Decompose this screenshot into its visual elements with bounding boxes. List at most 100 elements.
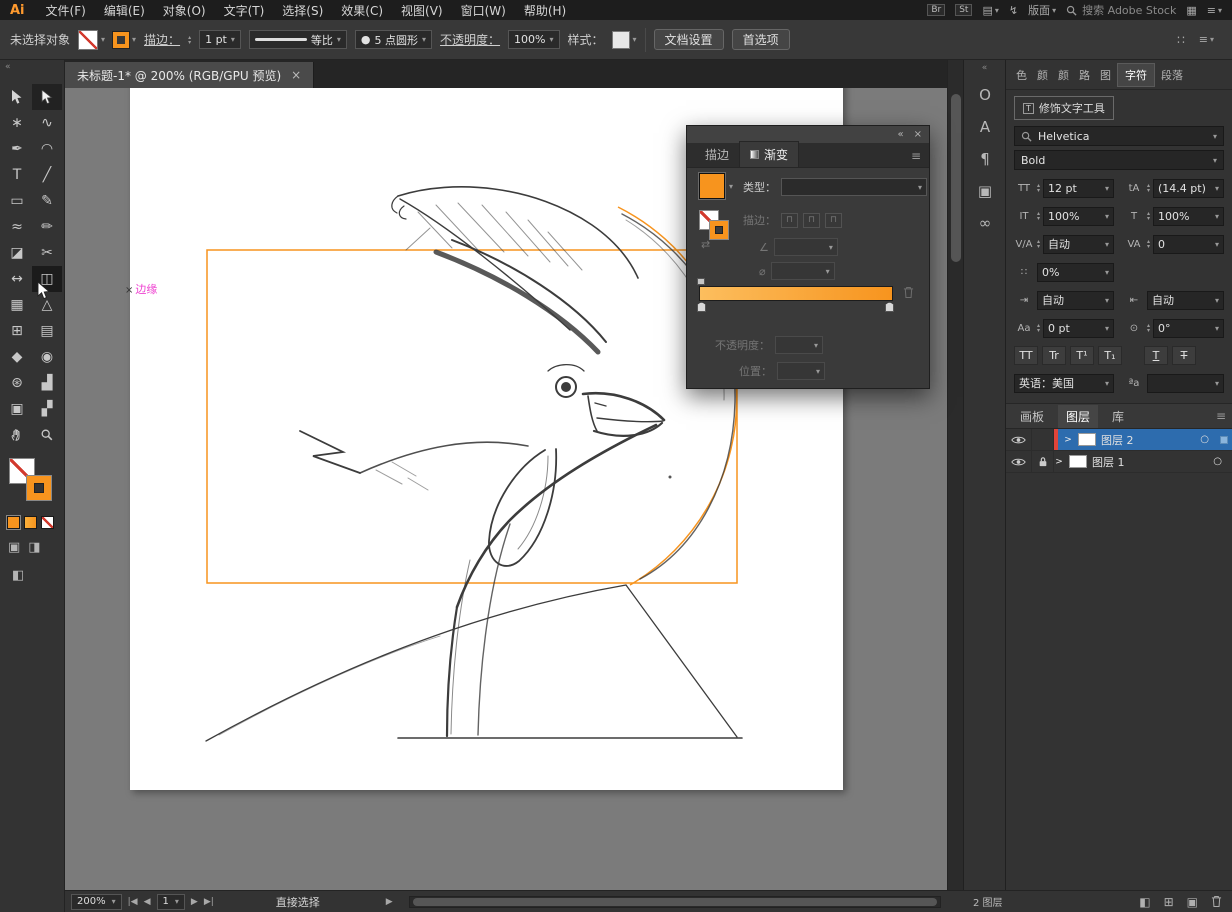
character-styles-panel-icon[interactable]: A (964, 111, 1006, 143)
tracking-field[interactable]: 0 ▾ (1153, 234, 1224, 254)
touch-type-tool-button[interactable]: T 修饰文字工具 (1014, 96, 1114, 120)
collapse-tools-icon[interactable]: « (5, 62, 11, 72)
perspective-grid-tool[interactable]: △ (32, 292, 62, 318)
expand-layer-icon[interactable]: > (1063, 435, 1073, 445)
font-size-stepper[interactable]: ▴ ▾ (1037, 183, 1040, 194)
gradient-swatch-chevron[interactable]: ▾ (729, 182, 733, 191)
reverse-gradient-icon[interactable]: ⇄ (701, 238, 710, 251)
underline-button[interactable]: T (1144, 346, 1168, 365)
expand-panels-icon[interactable]: « (964, 60, 1005, 79)
tab-color-guide[interactable]: 颜 (1033, 64, 1052, 86)
gradient-button[interactable] (24, 516, 37, 529)
gradient-menu-icon[interactable]: ≡ (903, 145, 929, 167)
app-menu-icon[interactable]: ≡ ▾ (1207, 4, 1222, 17)
arrange-documents-icon[interactable]: ▦ (1186, 4, 1196, 17)
baseline-shift-field[interactable]: 0 pt ▾ (1043, 318, 1114, 338)
last-artboard-icon[interactable]: ▶| (204, 897, 214, 907)
tab-gradient[interactable]: 渐变 (739, 141, 800, 167)
layer-name[interactable]: 图层 2 (1101, 432, 1195, 448)
gradient-swatch[interactable] (698, 172, 726, 200)
menu-type[interactable]: 文字(T) (215, 2, 274, 19)
menu-effect[interactable]: 效果(C) (332, 2, 392, 19)
stop-opacity-select[interactable]: ▾ (775, 336, 823, 354)
next-artboard-icon[interactable]: ▶ (191, 897, 198, 907)
control-menu-icon[interactable]: ≡ ▾ (1199, 33, 1214, 46)
make-mask-icon[interactable]: ◧ (1139, 895, 1150, 909)
vertical-scale-field[interactable]: 100% ▾ (1043, 206, 1114, 226)
target-circle-icon[interactable]: ○ (1200, 434, 1209, 445)
tab-stroke[interactable]: 描边 (695, 142, 739, 167)
lock-toggle[interactable] (1032, 429, 1054, 450)
type-tool[interactable]: T (2, 162, 32, 188)
tab-swatches[interactable]: 颜 (1054, 64, 1073, 86)
horizontal-scrollbar[interactable] (408, 895, 941, 908)
new-layer-icon[interactable]: ▣ (1187, 895, 1198, 909)
gpu-performance-icon[interactable]: ↯ (1009, 4, 1018, 17)
tab-libraries[interactable]: 库 (1104, 405, 1132, 428)
visibility-toggle[interactable] (1006, 429, 1032, 450)
collapse-panel-icon[interactable]: « (897, 129, 903, 140)
expand-layer-icon[interactable]: > (1054, 457, 1064, 467)
stroke-orange-swatch[interactable] (26, 475, 52, 501)
stroke-panel-link[interactable]: 描边： (144, 31, 180, 48)
gradient-stop-left[interactable] (697, 302, 706, 312)
tab-character[interactable]: 字符 (1117, 62, 1155, 87)
column-graph-tool[interactable]: ▟ (32, 370, 62, 396)
blend-tool[interactable]: ◉ (32, 344, 62, 370)
style-select[interactable]: ▾ (611, 30, 637, 49)
artboard-tool[interactable]: ▣ (2, 396, 32, 422)
symbol-sprayer-tool[interactable]: ⊛ (2, 370, 32, 396)
app-logo[interactable]: Ai (10, 3, 25, 18)
fill-swatch[interactable]: ▾ (78, 29, 105, 50)
document-setup-button[interactable]: 文档设置 (653, 29, 724, 50)
vscroll-thumb[interactable] (951, 94, 961, 262)
mesh-tool[interactable]: ⊞ (2, 318, 32, 344)
zoom-tool[interactable] (32, 422, 62, 448)
leading-stepper[interactable]: ▴ ▾ (1147, 183, 1150, 194)
gradient-stroke-chip[interactable] (709, 220, 729, 240)
leading-field[interactable]: (14.4 pt) ▾ (1153, 178, 1224, 198)
scissors-tool[interactable]: ✂ (32, 240, 62, 266)
all-caps-button[interactable]: TT (1014, 346, 1038, 365)
layers-menu-icon[interactable]: ≡ (1216, 409, 1226, 423)
preferences-button[interactable]: 首选项 (731, 29, 790, 50)
hscroll-thumb[interactable] (412, 897, 937, 906)
tab-artboards[interactable]: 画板 (1012, 405, 1052, 428)
gradient-slider[interactable] (699, 286, 893, 301)
tab-pathfinder[interactable]: 路 (1075, 64, 1094, 86)
stroke-color-swatch[interactable]: ▾ (112, 30, 136, 49)
export-panel-icon[interactable]: ▣ (964, 175, 1006, 207)
vertical-scale-stepper[interactable]: ▴ ▾ (1037, 211, 1040, 222)
kerning-stepper[interactable]: ▴ ▾ (1037, 239, 1040, 250)
target-circle-icon[interactable]: ○ (1213, 456, 1222, 467)
draw-normal-icon[interactable]: ▣ (8, 540, 20, 555)
magic-wand-tool[interactable]: ∗ (2, 110, 32, 136)
gradient-stop-right[interactable] (885, 302, 894, 312)
horizontal-scale-stepper[interactable]: ▴ ▾ (1147, 211, 1150, 222)
control-dock-icon[interactable]: ∷ (1177, 33, 1185, 47)
menu-select[interactable]: 选择(S) (273, 2, 332, 19)
adobe-stock-search[interactable]: 搜索 Adobe Stock (1066, 2, 1176, 18)
tracking-stepper[interactable]: ▴ ▾ (1147, 239, 1150, 250)
kerning-field[interactable]: 自动 ▾ (1043, 234, 1114, 254)
lock-toggle[interactable] (1032, 451, 1054, 472)
line-segment-tool[interactable]: ╱ (32, 162, 62, 188)
doc-profile-icon[interactable]: ▤ ▾ (982, 4, 998, 17)
stroke-width-stepper[interactable]: ▴ ▾ (188, 34, 191, 45)
superscript-button[interactable]: T¹ (1070, 346, 1094, 365)
zoom-level-select[interactable]: 200% ▾ (71, 893, 122, 910)
pen-tool[interactable]: ✒ (2, 136, 32, 162)
layer-thumbnail[interactable] (1069, 455, 1087, 468)
shape-builder-tool[interactable]: ◫ (32, 266, 62, 292)
slice-tool[interactable]: ▞ (32, 396, 62, 422)
links-panel-icon[interactable]: ∞ (964, 207, 1006, 239)
subscript-button[interactable]: T₁ (1098, 346, 1122, 365)
font-style-select[interactable]: Bold ▾ (1014, 150, 1224, 170)
menu-window[interactable]: 窗口(W) (452, 2, 515, 19)
status-flyout-icon[interactable]: ▶ (386, 897, 393, 907)
opacity-field[interactable]: 100% ▾ (508, 30, 560, 49)
vertical-scrollbar[interactable] (947, 60, 963, 890)
delete-layer-icon[interactable] (1211, 895, 1222, 908)
menu-edit[interactable]: 编辑(E) (95, 2, 154, 19)
layer-name[interactable]: 图层 1 (1092, 454, 1208, 470)
